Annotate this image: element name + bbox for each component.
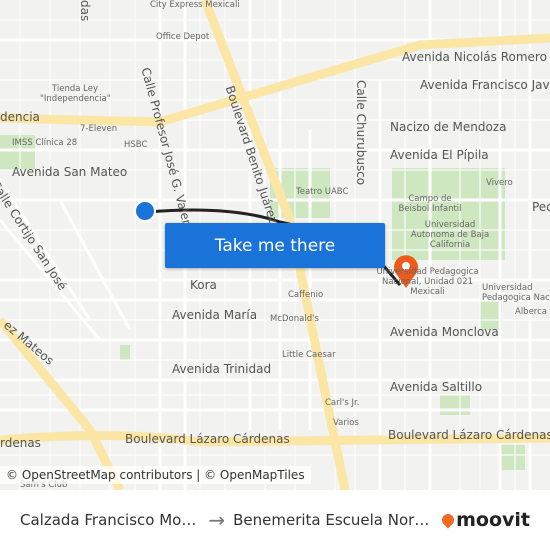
poi-label: Carl's Jr.	[325, 398, 360, 408]
poi-label: City Express Mexicali	[150, 0, 240, 10]
poi-label: Universidad Pedagogica Nac	[482, 283, 550, 303]
street-label: Avenida Trinidad	[172, 362, 272, 376]
poi-label: Caffenio	[288, 290, 324, 300]
take-me-there-button[interactable]: Take me there	[165, 223, 385, 268]
street-label: Kora	[190, 278, 217, 292]
map[interactable]: Avenida Nicolás Romero Avenida Francisco…	[0, 0, 550, 490]
poi-label: Little Caesar	[282, 350, 336, 360]
arrow-right-icon: →	[208, 508, 226, 532]
street-label: Avenida María	[172, 308, 258, 322]
moovit-logo: moovit	[439, 509, 530, 531]
poi-label: HSBC	[124, 140, 148, 150]
poi-label: IMSS Clínica 28	[12, 138, 78, 148]
brand-name: moovit	[456, 509, 530, 531]
poi-label: Teatro UABC	[296, 187, 349, 197]
poi-label: Vivero	[486, 178, 513, 188]
street-label: dencia	[0, 110, 40, 124]
street-label: Avenida Nicolás Romero	[402, 50, 547, 64]
street-label: Boulevard Lázaro Cárdenas	[388, 428, 550, 442]
street-label: Avenida Francisco Javier	[420, 78, 550, 92]
destination-name: Benemerita Escuela Nor…	[233, 511, 430, 529]
street-label: rdenas	[0, 436, 41, 450]
poi-label: Universidad Pedagogica Nacional, Unidad …	[376, 267, 479, 297]
poi-label: 7-Eleven	[80, 124, 118, 134]
poi-label: Tienda Ley "Independencia"	[40, 84, 111, 104]
street-label: Avenida Monclova	[390, 325, 499, 339]
street-label: Boulevard Lázaro Cárdenas	[125, 432, 290, 446]
street-label: Avenida San Mateo	[12, 165, 128, 179]
poi-label: Office Depot	[156, 32, 210, 42]
street-label: das	[78, 0, 92, 22]
footer-bar: Calzada Francisco Mo… → Benemerita Escue…	[0, 490, 550, 550]
origin-marker	[134, 200, 156, 222]
poi-label: Varios	[333, 418, 359, 428]
poi-label: Universidad Autonoma de Baja California	[410, 220, 490, 250]
poi-label: Alberca U	[515, 307, 550, 317]
street-label: Avenida Saltillo	[390, 380, 483, 394]
street-label: Calle Churubusco	[354, 80, 368, 186]
map-attribution[interactable]: © OpenStreetMap contributors | © OpenMap…	[0, 466, 311, 484]
poi-label: McDonald's	[270, 314, 319, 324]
poi-label: Campo de Beisbol Infantil	[398, 194, 462, 214]
street-label: Nacizo de Mendoza	[390, 120, 507, 134]
origin-name: Calzada Francisco Mo…	[20, 511, 197, 529]
moovit-pin-icon	[439, 511, 457, 529]
street-label: Avenida El Pípila	[390, 148, 489, 162]
street-label: Ped	[532, 200, 550, 214]
